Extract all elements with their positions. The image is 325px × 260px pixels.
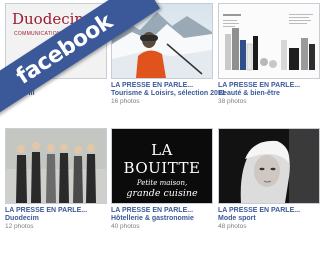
- album-subtitle[interactable]: Duodecim: [5, 215, 107, 223]
- album-title[interactable]: LA PRESSE EN PARLE...: [218, 82, 320, 90]
- album-title[interactable]: LA PRESSE EN PARLE...: [218, 207, 320, 215]
- cover-line-1: LA BOUITTE: [123, 141, 201, 177]
- album-title[interactable]: LA PRESSE EN PARLE...: [111, 82, 213, 90]
- album-photo-count: 12 photos: [5, 223, 34, 230]
- bouitte-cover: LA BOUITTE Petite maison, grande cuisine: [112, 129, 212, 203]
- album-title[interactable]: LA PRESSE EN PARLE...: [5, 207, 107, 215]
- album-thumbnail[interactable]: [218, 3, 320, 79]
- album-thumbnail[interactable]: [5, 128, 107, 204]
- album-photo-count: 40 photos: [111, 223, 140, 230]
- album-subtitle[interactable]: Beauté & bien-être: [218, 90, 320, 98]
- portrait-photo: [219, 129, 319, 203]
- album-card[interactable]: LA PRESSE EN PARLE... Mode sport 48 phot…: [218, 128, 320, 231]
- album-photo-count: 16 photos: [111, 98, 140, 105]
- album-subtitle[interactable]: Hôtellerie & gastronomie: [111, 215, 213, 223]
- cover-line-2: Petite maison,: [136, 179, 188, 187]
- album-subtitle[interactable]: Tourisme & Loisirs, sélection 2011: [111, 90, 225, 98]
- album-card[interactable]: LA PRESSE EN PARLE... Beauté & bien-être…: [218, 3, 320, 106]
- album-card[interactable]: LA BOUITTE Petite maison, grande cuisine…: [111, 128, 213, 231]
- album-title[interactable]: LA PRESSE EN PARLE...: [111, 207, 213, 215]
- album-card[interactable]: LA PRESSE EN PARLE... Duodecim 12 photos: [5, 128, 107, 231]
- album-photo-count: 48 photos: [218, 223, 247, 230]
- album-photo-count: 38 photos: [218, 98, 247, 105]
- album-thumbnail[interactable]: LA BOUITTE Petite maison, grande cuisine: [111, 128, 213, 204]
- group-photo: [6, 129, 106, 203]
- album-subtitle[interactable]: Mode sport: [218, 215, 320, 223]
- cover-line-3: grande cuisine: [126, 188, 198, 199]
- album-thumbnail[interactable]: [218, 128, 320, 204]
- products-photo: [219, 4, 319, 78]
